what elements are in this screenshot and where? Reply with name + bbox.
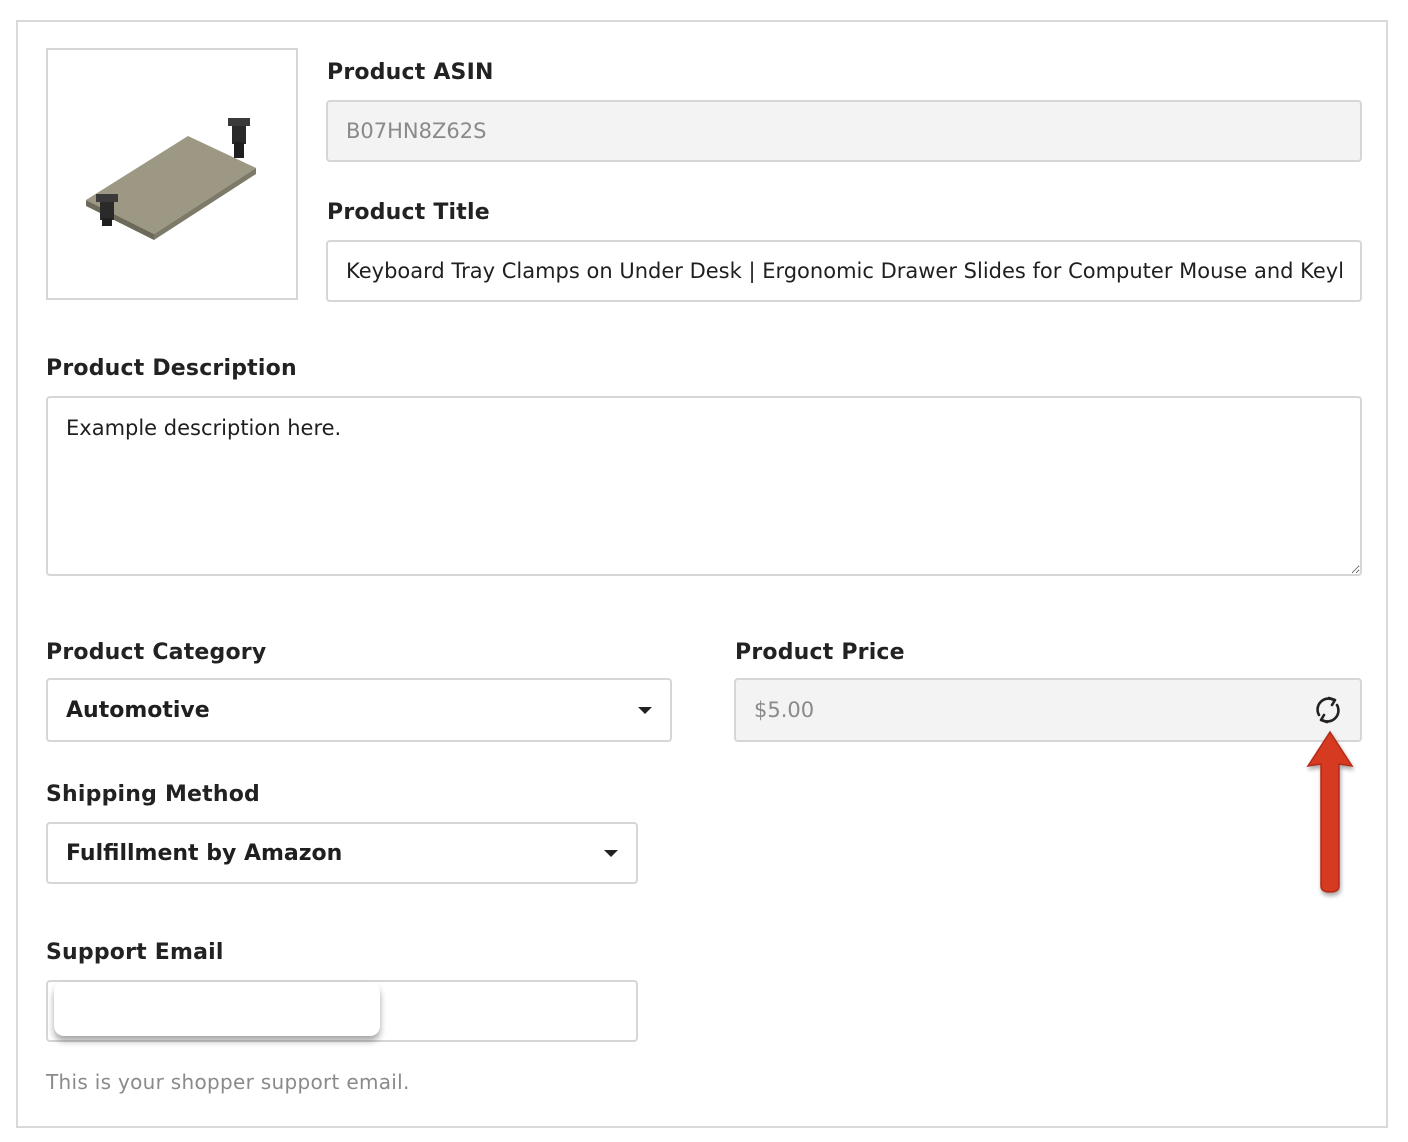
asin-value: B07HN8Z62S [346,119,487,143]
red-arrow-icon [1306,730,1354,893]
keyboard-tray-image [86,118,256,240]
asin-label: Product ASIN [327,60,494,85]
shipping-label: Shipping Method [46,782,261,807]
description-textarea[interactable]: Example description here. [46,396,1362,576]
title-input[interactable] [346,259,1342,283]
redaction-overlay [54,982,380,1036]
chevron-down-icon [604,850,618,857]
category-select[interactable]: Automotive [46,678,672,742]
price-label: Product Price [735,640,905,665]
support-email-help: This is your shopper support email. [46,1070,410,1094]
product-image [46,48,298,300]
refresh-icon[interactable] [1312,694,1344,726]
support-email-label: Support Email [46,940,224,965]
category-value: Automotive [66,697,210,723]
category-label: Product Category [46,640,267,665]
asin-field[interactable]: B07HN8Z62S [326,100,1362,162]
title-field[interactable] [326,240,1362,302]
chevron-down-icon [638,707,652,714]
price-field[interactable]: $5.00 [734,678,1362,742]
shipping-select[interactable]: Fulfillment by Amazon [46,822,638,884]
title-label: Product Title [327,200,490,225]
description-label: Product Description [46,356,297,381]
shipping-value: Fulfillment by Amazon [66,840,343,866]
price-value: $5.00 [754,698,815,722]
